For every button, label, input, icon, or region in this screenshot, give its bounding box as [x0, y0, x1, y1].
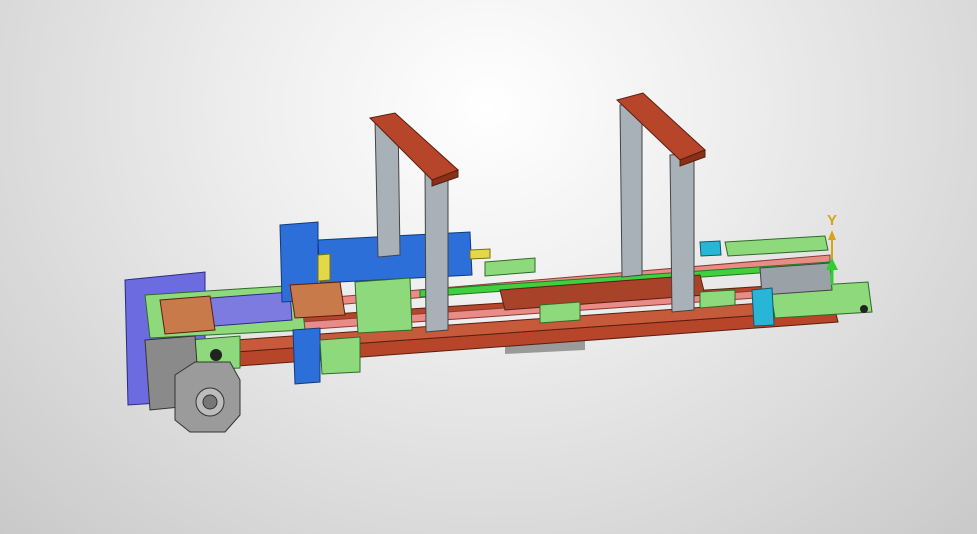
lower-green-block: [319, 336, 361, 375]
post-right-back: [619, 102, 643, 278]
center-green-block: [354, 277, 413, 334]
y-axis-arrow-icon: [828, 230, 836, 240]
left-bracket: [159, 295, 216, 335]
cyan-sensor-top: [699, 240, 722, 257]
post-left-front: [424, 167, 449, 333]
assembly-model[interactable]: [0, 0, 977, 534]
cad-3d-viewport[interactable]: Y: [0, 0, 977, 534]
rail-block-3: [699, 289, 736, 309]
cylinder-bracket: [289, 281, 346, 319]
fan-hub-icon: [202, 394, 218, 410]
y-axis-label: Y: [827, 212, 838, 229]
post-right-front: [669, 152, 695, 313]
cylinder-rod: [469, 248, 491, 260]
rail-end-block-top: [724, 235, 829, 257]
rail-block-2: [539, 301, 581, 324]
bolt-icon: [210, 349, 222, 361]
cyan-sensor-bottom: [751, 287, 775, 327]
cylinder-endcap: [317, 253, 331, 282]
rail-block-1: [484, 257, 536, 277]
right-bolt-icon: [860, 305, 868, 313]
vertical-cylinder-lower: [292, 327, 321, 385]
